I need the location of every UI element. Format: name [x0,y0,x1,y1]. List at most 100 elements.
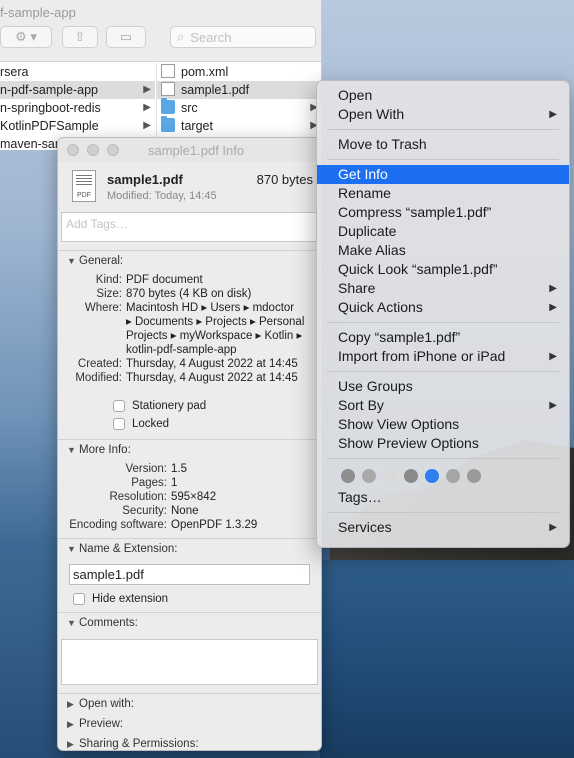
menu-separator [327,458,559,459]
tags-input[interactable]: Add Tags… [61,212,318,242]
pages-value: 1 [171,477,178,489]
list-item[interactable]: rsera [0,63,155,81]
menu-item-tags[interactable]: Tags… [317,488,569,507]
search-input[interactable]: ⌕ Search [170,26,316,48]
submenu-arrow-icon: ▶ [549,522,557,533]
wallpaper-sea [320,560,574,758]
preview-section: ▶ Preview: [58,714,321,734]
disclosure-right-icon: ▶ [67,719,74,729]
where-value: Macintosh HD ▸ Users ▸ mdoctor ▸ Documen… [126,302,305,356]
folder-icon [161,116,175,132]
menu-item-share[interactable]: Share ▶ [317,279,569,298]
name-extension-disclosure[interactable]: ▼ Name & Extension: [58,539,321,559]
tag-color-dot[interactable] [341,469,355,483]
menu-item-make-alias[interactable]: Make Alias [317,241,569,260]
menu-item-duplicate[interactable]: Duplicate [317,222,569,241]
chevron-right-icon: ▶ [143,102,151,113]
disclosure-down-icon: ▼ [67,544,76,554]
tags-button[interactable]: ▭ [106,26,146,48]
sharing-disclosure[interactable]: ▶ Sharing & Permissions: [58,734,321,750]
disclosure-right-icon: ▶ [67,699,74,709]
context-menu: Open Open With ▶ Move to Trash Get Info R… [316,80,570,548]
name-field[interactable]: sample1.pdf [69,564,310,585]
menu-item-get-info[interactable]: Get Info [317,165,569,184]
chevron-right-icon: ▶ [143,120,151,131]
pages-label: Pages: [131,477,167,489]
menu-item-quick-actions[interactable]: Quick Actions ▶ [317,298,569,317]
general-section: ▼ General: Kind: PDF document Size: 870 byt… [58,250,321,439]
comments-disclosure[interactable]: ▼ Comments: [58,613,321,633]
finder-title: f-sample-app [0,5,76,20]
disclosure-down-icon: ▼ [67,618,76,628]
menu-item-show-preview-options[interactable]: Show Preview Options [317,434,569,453]
gear-icon: ⚙︎ ▾ [15,29,37,44]
list-item[interactable]: target ▶ [157,116,322,135]
menu-item-copy[interactable]: Copy “sample1.pdf” [317,328,569,347]
checkbox-box [73,593,85,605]
more-info-disclosure[interactable]: ▼ More Info: [58,440,321,460]
name-extension-section: ▼ Name & Extension: sample1.pdf Hide exte… [58,538,321,612]
menu-item-open[interactable]: Open [317,86,569,105]
hide-extension-checkbox[interactable]: Hide extension [73,590,321,608]
open-with-section: ▶ Open with: [58,693,321,714]
info-title: sample1.pdf Info [148,143,245,158]
tag-color-row [317,464,569,488]
tag-color-dot[interactable] [467,469,481,483]
list-item[interactable]: pom.xml [157,63,322,81]
menu-separator [327,159,559,160]
menu-item-import-iphone[interactable]: Import from iPhone or iPad ▶ [317,347,569,366]
preview-disclosure[interactable]: ▶ Preview: [58,714,321,734]
modified-label: Modified: [75,372,122,384]
list-item-selected[interactable]: n-pdf-sample-app ▶ [0,81,155,99]
list-item-selected[interactable]: sample1.pdf [157,81,322,99]
list-item[interactable]: src ▶ [157,98,322,117]
comments-textarea[interactable] [61,639,318,685]
menu-item-quick-look[interactable]: Quick Look “sample1.pdf” [317,260,569,279]
resolution-label: Resolution: [109,491,167,503]
kind-label: Kind: [95,274,122,286]
menu-item-move-to-trash[interactable]: Move to Trash [317,135,569,154]
menu-item-use-groups[interactable]: Use Groups [317,377,569,396]
info-titlebar[interactable]: sample1.pdf Info [58,138,321,162]
tag-icon: ▭ [119,29,133,44]
menu-separator [327,371,559,372]
locked-checkbox[interactable]: Locked [113,415,321,433]
tag-color-dot[interactable] [362,469,376,483]
action-button[interactable]: ⚙︎ ▾ [0,26,52,48]
menu-item-show-view-options[interactable]: Show View Options [317,415,569,434]
tag-color-dot[interactable] [446,469,460,483]
chevron-right-icon: ▶ [143,84,151,95]
file-name: sample1.pdf [107,172,183,187]
list-item[interactable]: n-springboot-redis ▶ [0,99,155,117]
share-button[interactable]: ⇧ [62,26,98,48]
menu-separator [327,129,559,130]
stationery-checkbox[interactable]: Stationery pad [113,397,321,415]
menu-item-rename[interactable]: Rename [317,184,569,203]
get-info-panel: sample1.pdf Info PDF sample1.pdf 870 byt… [57,137,322,751]
menu-item-compress[interactable]: Compress “sample1.pdf” [317,203,569,222]
size-value: 870 bytes (4 KB on disk) [126,288,252,300]
sharing-section: ▶ Sharing & Permissions: [58,734,321,750]
tag-color-dot[interactable] [425,469,439,483]
tag-color-dot[interactable] [404,469,418,483]
list-item[interactable]: KotlinPDFSample ▶ [0,117,155,135]
resolution-value: 595×842 [171,491,217,503]
pdf-file-icon: PDF [72,170,96,202]
submenu-arrow-icon: ▶ [549,302,557,313]
search-icon: ⌕ [177,29,185,44]
pdf-icon-label: PDF [77,192,91,199]
menu-item-open-with[interactable]: Open With ▶ [317,105,569,124]
disclosure-down-icon: ▼ [67,445,76,455]
general-disclosure[interactable]: ▼ General: [58,251,321,271]
menu-item-sort-by[interactable]: Sort By ▶ [317,396,569,415]
zoom-button[interactable] [107,144,119,156]
minimize-button[interactable] [87,144,99,156]
menu-item-services[interactable]: Services ▶ [317,518,569,537]
modified-value: Thursday, 4 August 2022 at 14:45 [126,372,298,384]
close-button[interactable] [67,144,79,156]
checkbox-box [113,400,125,412]
open-with-disclosure[interactable]: ▶ Open with: [58,694,321,714]
where-label: Where: [84,302,122,314]
tag-color-dot[interactable] [383,469,397,483]
version-label: Version: [125,463,167,475]
